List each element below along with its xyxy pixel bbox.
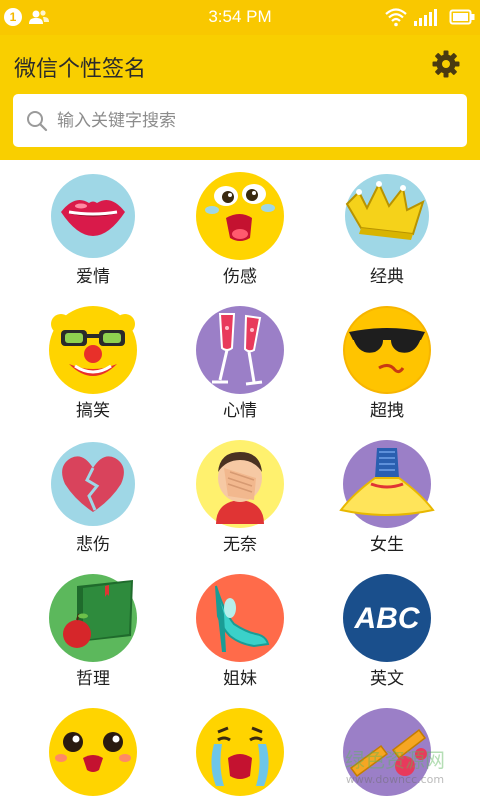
search-input[interactable] <box>57 104 457 137</box>
sunglasses-face-icon <box>343 306 431 394</box>
app-bar: 微信个性签名 <box>0 35 480 160</box>
category-heartbroken[interactable]: 伤心 <box>160 696 320 800</box>
crown-icon <box>345 174 429 258</box>
category-label: 爱情 <box>76 267 110 287</box>
category-happiness[interactable]: 幸福 <box>13 696 173 800</box>
dress-icon <box>339 440 435 528</box>
category-philosophy[interactable]: 哲理 <box>13 562 173 696</box>
abc-text: ABC <box>354 602 421 635</box>
page-title: 微信个性签名 <box>14 57 147 82</box>
clown-face-icon <box>49 306 137 394</box>
category-label: 经典 <box>370 267 404 287</box>
category-label: 姐妹 <box>223 669 257 689</box>
search-icon <box>27 111 48 132</box>
category-label: 女生 <box>370 535 404 555</box>
signal-icon <box>414 9 437 26</box>
category-girl[interactable]: 女生 <box>307 428 467 562</box>
champagne-glasses-icon <box>196 306 284 394</box>
status-time: 3:54 PM <box>208 7 272 26</box>
sad-tears-face-icon <box>196 708 284 796</box>
category-classic[interactable]: 经典 <box>307 160 467 294</box>
category-label: 英文 <box>370 669 404 689</box>
category-english[interactable]: ABC 英文 <box>307 562 467 696</box>
gear-icon[interactable] <box>430 48 462 80</box>
broken-heart-icon <box>51 442 135 526</box>
category-label: 心情 <box>223 401 257 421</box>
category-label: 搞笑 <box>76 401 110 421</box>
happy-face-icon <box>49 708 137 796</box>
category-mood[interactable]: 心情 <box>160 294 320 428</box>
book-apple-icon <box>49 574 137 662</box>
category-sorrow[interactable]: 悲伤 <box>13 428 173 562</box>
crying-face-icon <box>196 172 284 260</box>
facepalm-icon <box>196 440 284 528</box>
category-label: 超拽 <box>370 401 404 421</box>
category-label: 伤感 <box>223 267 257 287</box>
category-funny[interactable]: 搞笑 <box>13 294 173 428</box>
category-label: 哲理 <box>76 669 110 689</box>
category-sad[interactable]: 伤感 <box>160 160 320 294</box>
category-sisters[interactable]: 姐妹 <box>160 562 320 696</box>
category-label: 悲伤 <box>76 535 110 555</box>
status-bar: 1 3:54 PM <box>0 0 480 35</box>
high-heel-icon <box>196 574 284 662</box>
battery-icon <box>449 9 475 25</box>
lips-icon <box>51 174 135 258</box>
category-cool[interactable]: 超拽 <box>307 294 467 428</box>
category-love[interactable]: 爱情 <box>13 160 173 294</box>
category-grid: 爱情 伤感 经典 搞笑 心情 超拽 悲伤 无奈 女生 哲理 姐妹 ABC 英文 … <box>0 160 480 800</box>
wifi-icon <box>385 8 407 27</box>
search-box[interactable] <box>13 94 467 147</box>
broken-pencil-icon <box>343 708 431 796</box>
category-helpless[interactable]: 无奈 <box>160 428 320 562</box>
category-label: 无奈 <box>223 535 257 555</box>
category-breakup[interactable]: 分手 <box>307 696 467 800</box>
abc-icon: ABC <box>343 574 431 662</box>
